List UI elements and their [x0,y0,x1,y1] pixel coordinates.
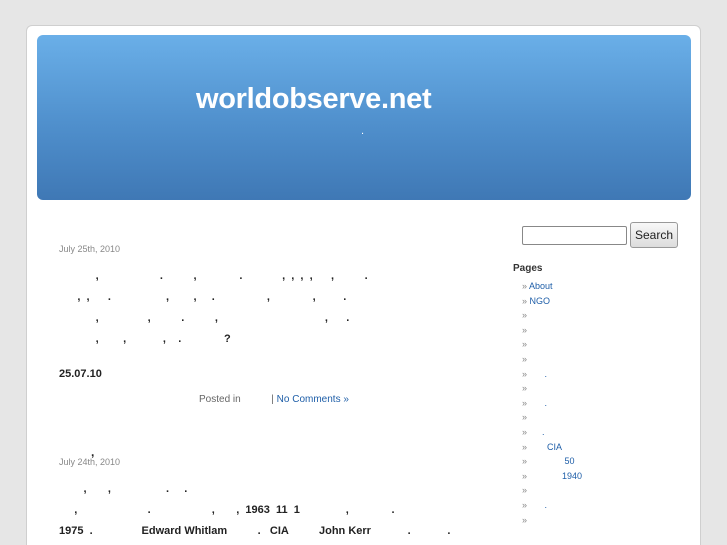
bullet: » [522,383,528,394]
bullet: » [522,514,528,525]
list-item[interactable]: » [522,323,683,338]
page-link[interactable]: About [529,281,553,291]
list-item[interactable]: » . [522,425,683,440]
posted-in-label: Posted in [199,394,241,405]
list-item[interactable]: » [522,410,683,425]
list-item[interactable]: » . [522,396,683,411]
bullet: » [522,324,528,335]
bullet: » [522,456,528,467]
list-item[interactable]: » 1940 [522,469,683,484]
pages-heading: Pages [513,263,543,274]
bullet: » [522,295,528,306]
search-input[interactable] [522,225,627,245]
bullet: » [522,441,528,452]
bullet: » [522,412,528,423]
list-item[interactable]: » [522,308,683,323]
post-line: , , , . ? [59,333,231,345]
bullet: » [522,397,528,408]
page-link[interactable]: CIA [530,442,562,452]
page-link[interactable]: . [530,398,548,408]
list-item[interactable]: » About [522,279,683,294]
list-item[interactable]: » . [522,367,683,382]
list-item[interactable]: » [522,381,683,396]
pages-list: » About » NGO » » » » » . » » . » » . » … [513,279,683,527]
list-item[interactable]: » . [522,498,683,513]
meta-separator: | [271,394,274,405]
list-item[interactable]: » [522,483,683,498]
page-link[interactable]: 1940 [530,471,582,481]
post-line: , , . . [59,483,188,495]
bullet: » [522,281,528,291]
post: , July 24th, 2010 , , . . , . , , 1963 1… [59,446,479,542]
site-description: . [361,125,365,137]
search-button[interactable]: Search [630,222,679,248]
site-title[interactable]: worldobserve.net [196,83,432,116]
bullet: » [522,353,528,364]
page-link[interactable]: . [530,369,548,379]
post-line: , , . , , . [59,312,350,324]
post-tag: 25.07.10 [59,368,102,380]
post-title[interactable]: , [59,446,479,458]
post-date: July 25th, 2010 [59,244,121,254]
post-date: July 24th, 2010 [59,457,121,467]
search-form: Search [513,222,683,248]
list-item[interactable]: » CIA [522,440,683,455]
bullet: » [522,499,528,510]
list-item[interactable]: » [522,352,683,367]
bullet: » [522,485,528,496]
post-line: , , . , , . , , . [59,291,347,303]
page-link[interactable]: NGO [530,296,551,306]
post-meta: Posted in | No Comments » [59,394,479,405]
bullet: » [522,368,528,379]
list-item[interactable]: » 50 [522,454,683,469]
site-header: worldobserve.net . [37,35,691,200]
page-link[interactable]: 50 [530,456,575,466]
bullet: » [522,339,528,350]
list-item[interactable]: » NGO [522,294,683,309]
bullet: » [522,426,528,437]
post-line: 1975 . Edward Whitlam . CIA John Kerr . … [59,525,451,537]
post: July 25th, 2010 , . , . , , , , , . , , … [59,244,479,405]
page-link[interactable]: . [530,500,548,510]
main-content: July 25th, 2010 , . , . , , , , , . , , … [59,244,479,542]
comments-link[interactable]: No Comments » [277,394,349,405]
page-container: worldobserve.net . July 25th, 2010 , . ,… [26,25,701,545]
bullet: » [522,470,528,481]
post-line: , . , , 1963 11 1 , . [59,504,395,516]
list-item[interactable]: » [522,337,683,352]
post-body: , , . . , . , , 1963 11 1 , . 1975 . Edw… [59,479,479,542]
post-body: , . , . , , , , , . , , . , , . , , . , … [59,266,479,350]
sidebar: Search Pages » About » NGO » » » » » . »… [513,222,683,527]
post-line: , . , . , , , , , . [59,270,368,282]
bullet: » [522,310,528,321]
page-link[interactable]: . [530,427,545,437]
list-item[interactable]: » [522,513,683,528]
